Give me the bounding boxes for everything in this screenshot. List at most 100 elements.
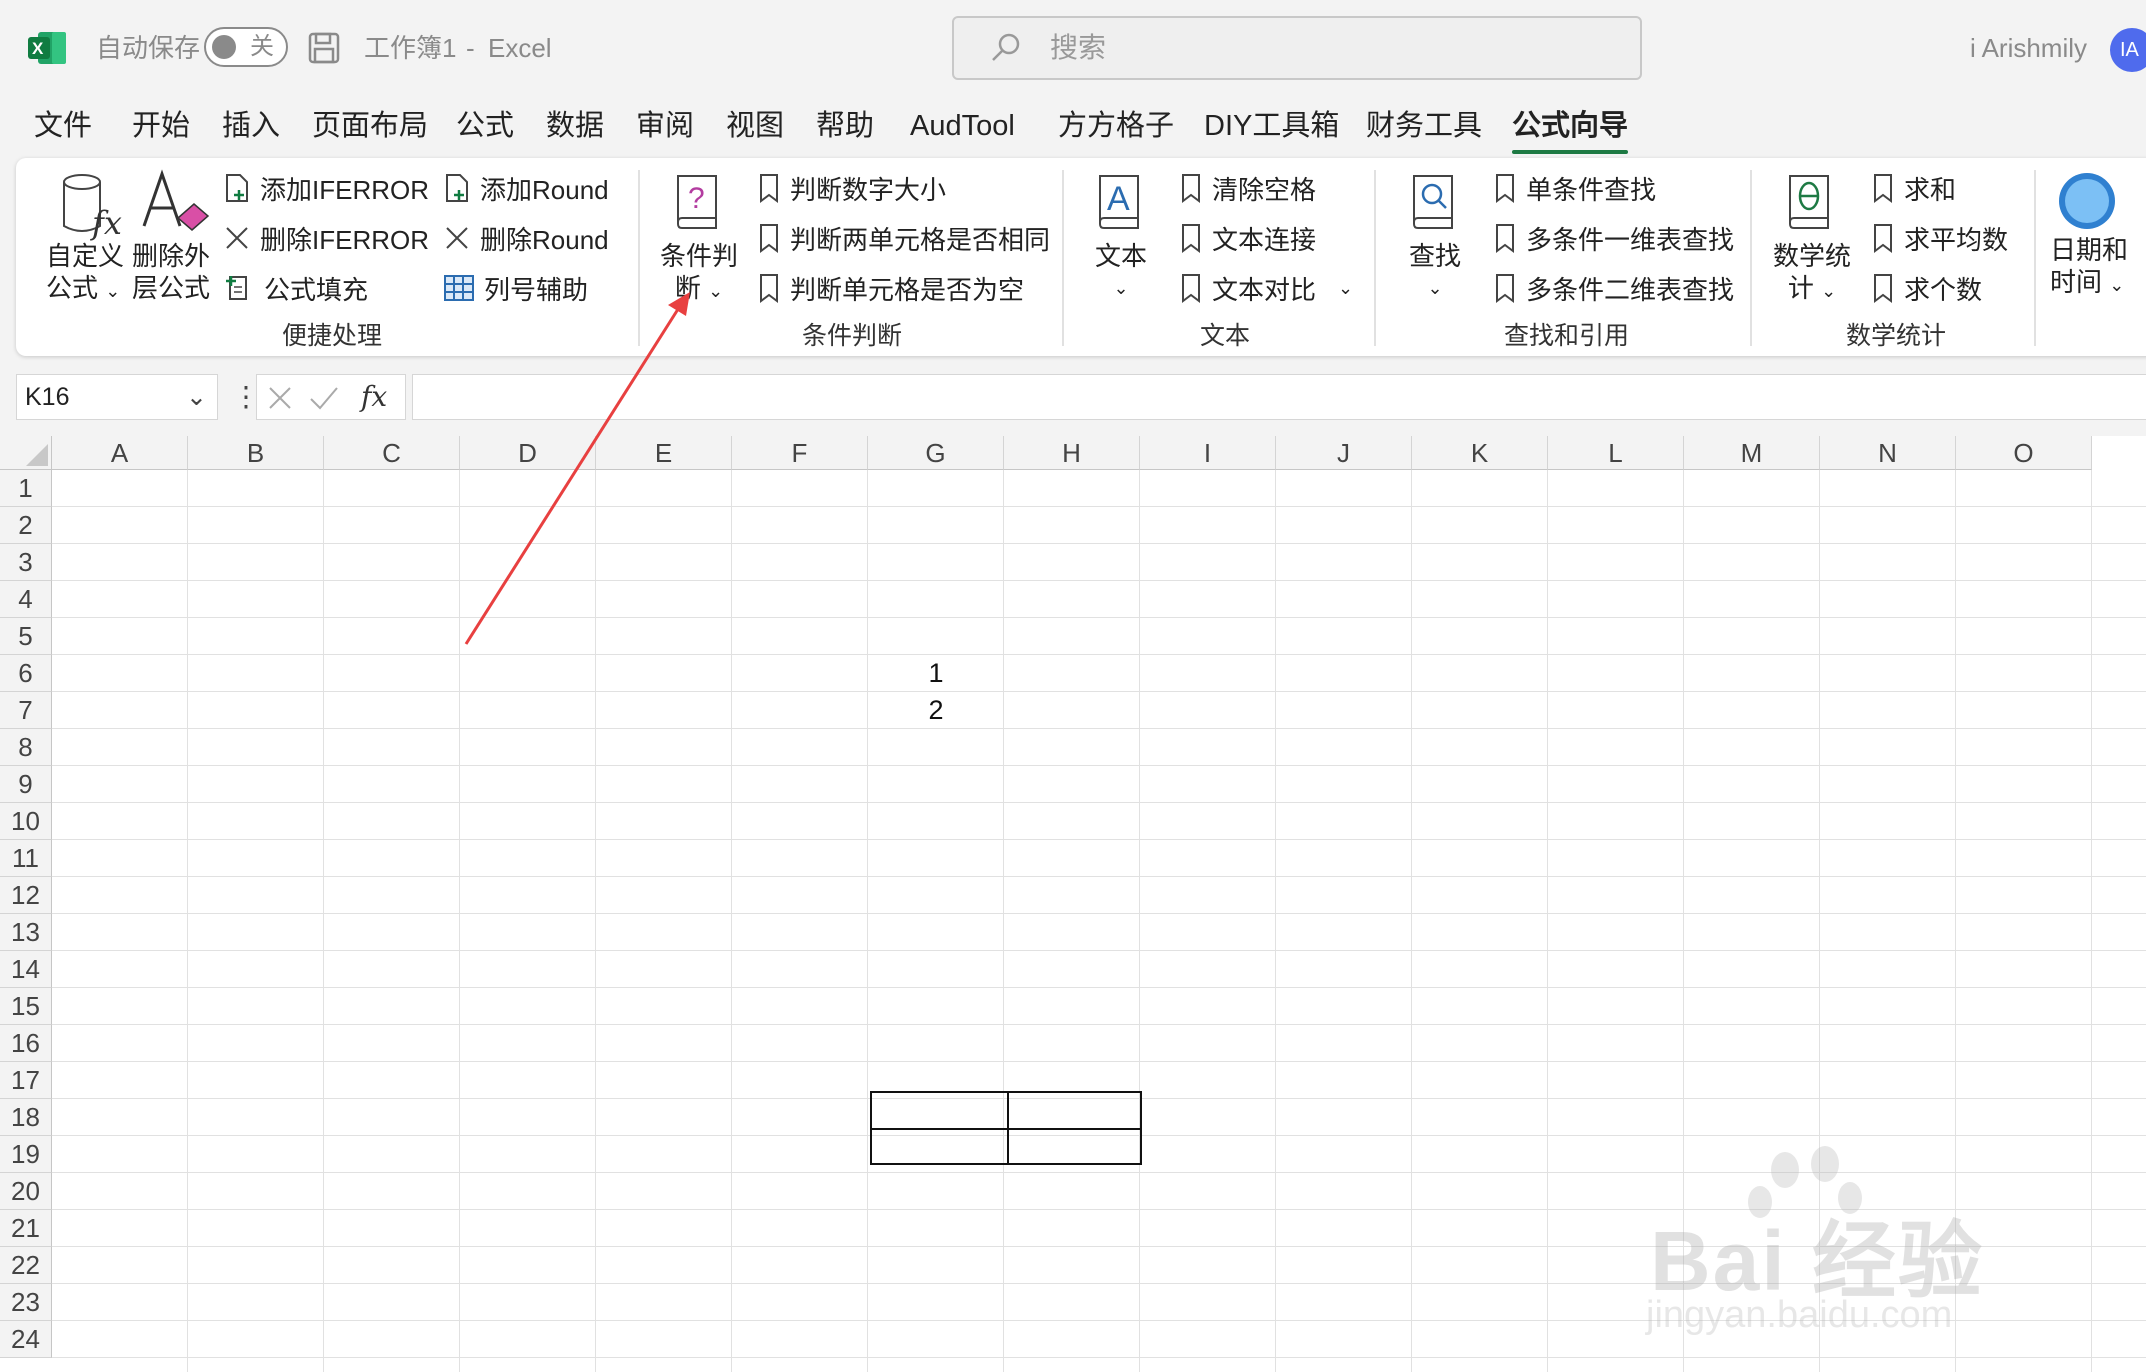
judge-cell-empty-button[interactable]: 判断单元格是否为空 [758, 270, 1024, 306]
tab-formulas[interactable]: 公式 [456, 104, 514, 148]
row-header-22[interactable]: 22 [0, 1247, 52, 1284]
tab-page-layout[interactable]: 页面布局 [312, 104, 428, 148]
save-icon[interactable] [308, 32, 340, 64]
row-header-6[interactable]: 6 [0, 655, 52, 692]
custom-formula-icon: fx [63, 174, 122, 242]
column-header-o[interactable]: O [1956, 436, 2092, 470]
chevron-down-icon[interactable]: ⌄ [1338, 278, 1353, 299]
row-header-15[interactable]: 15 [0, 988, 52, 1025]
row-header-12[interactable]: 12 [0, 877, 52, 914]
text-concat-button[interactable]: 文本连接 [1180, 220, 1316, 256]
add-round-button[interactable]: 添加Round [444, 170, 609, 206]
row-header-11[interactable]: 11 [0, 840, 52, 877]
tab-file[interactable]: 文件 [34, 104, 92, 148]
tab-help[interactable]: 帮助 [816, 104, 874, 148]
column-header-f[interactable]: F [732, 436, 868, 470]
tab-audtool[interactable]: AudTool [910, 104, 1015, 148]
row-header-19[interactable]: 19 [0, 1136, 52, 1173]
add-iferror-button[interactable]: 添加IFERROR [224, 170, 429, 206]
row-header-24[interactable]: 24 [0, 1321, 52, 1358]
cancel-icon[interactable] [267, 385, 293, 411]
custom-formula-button[interactable]: 自定义 公式 ⌄ [46, 240, 124, 307]
row-header-3[interactable]: 3 [0, 544, 52, 581]
multi-condition-2d-lookup-button[interactable]: 多条件二维表查找 [1494, 270, 1734, 306]
row-header-10[interactable]: 10 [0, 803, 52, 840]
row-header-7[interactable]: 7 [0, 692, 52, 729]
delete-iferror-button[interactable]: 删除IFERROR [224, 220, 429, 256]
row-header-8[interactable]: 8 [0, 729, 52, 766]
average-label: 求平均数 [1904, 224, 2009, 255]
formula-fill-button[interactable]: 公式填充 [224, 270, 368, 306]
delete-round-button[interactable]: 删除Round [444, 220, 609, 256]
chevron-down-icon[interactable]: ⌄ [186, 375, 207, 419]
row-header-5[interactable]: 5 [0, 618, 52, 655]
tab-formula-wizard[interactable]: 公式向导 [1512, 104, 1629, 154]
row-header-18[interactable]: 18 [0, 1099, 52, 1136]
tab-home[interactable]: 开始 [132, 104, 190, 148]
condition-judge-button[interactable]: 条件判 断 ⌄ [658, 240, 740, 307]
tab-diy-toolbox[interactable]: DIY工具箱 [1204, 104, 1339, 148]
chevron-down-icon: ⌄ [2109, 275, 2125, 295]
average-button[interactable]: 求平均数 [1872, 220, 2008, 256]
date-time-button[interactable]: 日期和 时间 ⌄ [2050, 234, 2146, 301]
column-header-c[interactable]: C [324, 436, 460, 470]
column-header-i[interactable]: I [1140, 436, 1276, 470]
avatar[interactable]: IA [2110, 28, 2146, 72]
tab-data[interactable]: 数据 [546, 104, 604, 148]
chevron-down-icon: ⌄ [708, 281, 724, 301]
column-header-k[interactable]: K [1412, 436, 1548, 470]
math-stats-button[interactable]: 数学统 计 ⌄ [1770, 240, 1854, 307]
tab-insert[interactable]: 插入 [222, 104, 280, 148]
multi-condition-1d-lookup-button[interactable]: 多条件一维表查找 [1494, 220, 1734, 256]
row-header-17[interactable]: 17 [0, 1062, 52, 1099]
table-divider-horizontal [872, 1128, 1140, 1130]
tab-view[interactable]: 视图 [726, 104, 784, 148]
row-header-9[interactable]: 9 [0, 766, 52, 803]
excel-logo-icon[interactable]: X [28, 30, 68, 66]
search-box[interactable]: 搜索 [952, 16, 1642, 80]
row-header-23[interactable]: 23 [0, 1284, 52, 1321]
column-header-h[interactable]: H [1004, 436, 1140, 470]
column-header-l[interactable]: L [1548, 436, 1684, 470]
row-header-2[interactable]: 2 [0, 507, 52, 544]
autosave-toggle[interactable]: 关 [204, 27, 288, 67]
column-header-m[interactable]: M [1684, 436, 1820, 470]
cell-g6[interactable]: 1 [868, 655, 1004, 692]
tab-finance-tools[interactable]: 财务工具 [1366, 104, 1482, 148]
row-header-13[interactable]: 13 [0, 914, 52, 951]
column-header-b[interactable]: B [188, 436, 324, 470]
sum-button[interactable]: 求和 [1872, 170, 1956, 206]
count-button[interactable]: 求个数 [1872, 270, 1982, 306]
insert-function-icon[interactable]: fx [361, 375, 387, 419]
judge-cells-equal-button[interactable]: 判断两单元格是否相同 [758, 220, 1050, 256]
judge-number-size-button[interactable]: 判断数字大小 [758, 170, 946, 206]
tab-ffcell[interactable]: 方方格子 [1058, 104, 1174, 148]
column-header-e[interactable]: E [596, 436, 732, 470]
lookup-button[interactable]: 查找 ⌄ [1400, 240, 1470, 304]
column-header-d[interactable]: D [460, 436, 596, 470]
check-icon[interactable] [309, 385, 339, 411]
column-header-j[interactable]: J [1276, 436, 1412, 470]
column-header-g[interactable]: G [868, 436, 1004, 470]
column-header-a[interactable]: A [52, 436, 188, 470]
row-header-21[interactable]: 21 [0, 1210, 52, 1247]
text-compare-button[interactable]: 文本对比 ⌄ [1180, 270, 1353, 306]
user-name[interactable]: i Arishmily [1970, 28, 2087, 68]
row-header-14[interactable]: 14 [0, 951, 52, 988]
formula-input[interactable] [412, 374, 2146, 420]
row-header-16[interactable]: 16 [0, 1025, 52, 1062]
judge-number-size-label: 判断数字大小 [790, 174, 947, 205]
text-button[interactable]: 文本 ⌄ [1086, 240, 1156, 304]
select-all-corner[interactable] [0, 436, 52, 470]
single-condition-lookup-button[interactable]: 单条件查找 [1494, 170, 1656, 206]
column-helper-button[interactable]: 列号辅助 [444, 270, 588, 306]
row-header-20[interactable]: 20 [0, 1173, 52, 1210]
cell-g7[interactable]: 2 [868, 692, 1004, 729]
row-header-1[interactable]: 1 [0, 470, 52, 507]
remove-outer-formula-button[interactable]: 删除外 层公式 [132, 240, 210, 304]
column-header-n[interactable]: N [1820, 436, 1956, 470]
row-header-4[interactable]: 4 [0, 581, 52, 618]
clear-spaces-button[interactable]: 清除空格 [1180, 170, 1316, 206]
tab-review[interactable]: 审阅 [636, 104, 694, 148]
name-box[interactable]: K16 ⌄ [16, 374, 218, 420]
